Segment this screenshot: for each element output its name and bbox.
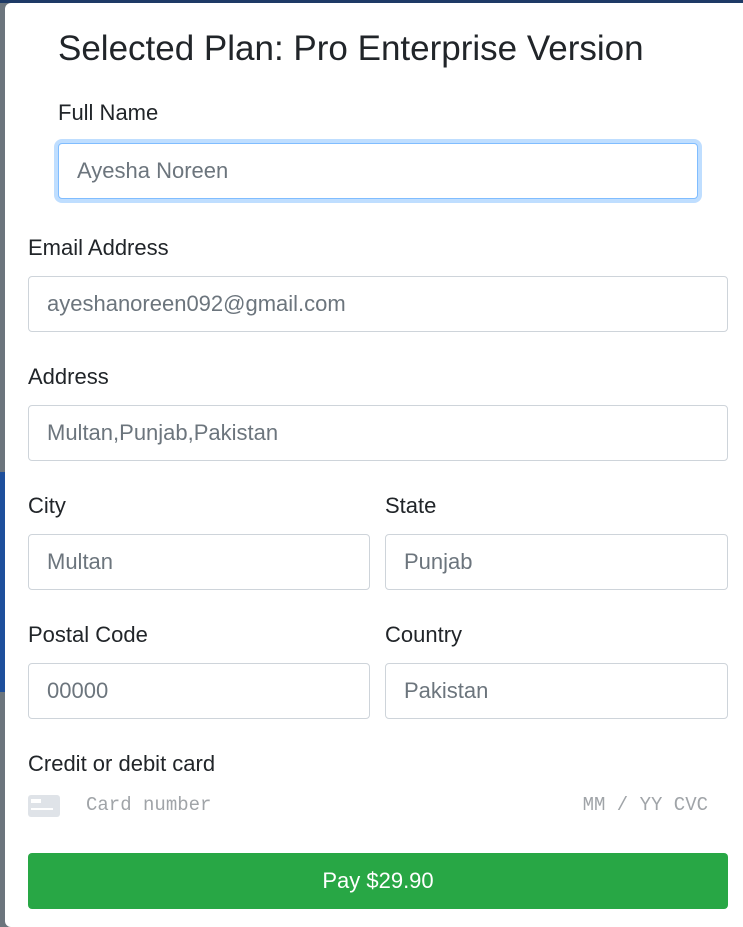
card-number-input[interactable]: Card number	[86, 794, 211, 816]
city-field[interactable]	[28, 534, 370, 590]
credit-card-icon	[28, 795, 60, 817]
country-label: Country	[385, 622, 463, 647]
postal-code-field[interactable]	[28, 663, 370, 719]
full-name-label: Full Name	[58, 100, 159, 125]
country-field[interactable]	[385, 663, 728, 719]
address-label: Address	[28, 364, 109, 389]
checkout-modal: Selected Plan: Pro Enterprise Version Fu…	[5, 3, 743, 927]
state-field[interactable]	[385, 534, 728, 590]
email-field[interactable]	[28, 276, 728, 332]
card-element[interactable]: Card number MM / YY CVC	[28, 785, 728, 825]
postal-code-label: Postal Code	[28, 622, 148, 647]
card-label: Credit or debit card	[28, 751, 216, 776]
pay-button[interactable]: Pay $29.90	[28, 853, 728, 909]
email-label: Email Address	[28, 235, 169, 260]
address-field[interactable]	[28, 405, 728, 461]
card-expiry-cvc-input[interactable]: MM / YY CVC	[583, 794, 708, 816]
modal-title: Selected Plan: Pro Enterprise Version	[58, 29, 644, 68]
state-label: State	[385, 493, 437, 518]
full-name-field[interactable]	[58, 143, 698, 199]
city-label: City	[28, 493, 66, 518]
